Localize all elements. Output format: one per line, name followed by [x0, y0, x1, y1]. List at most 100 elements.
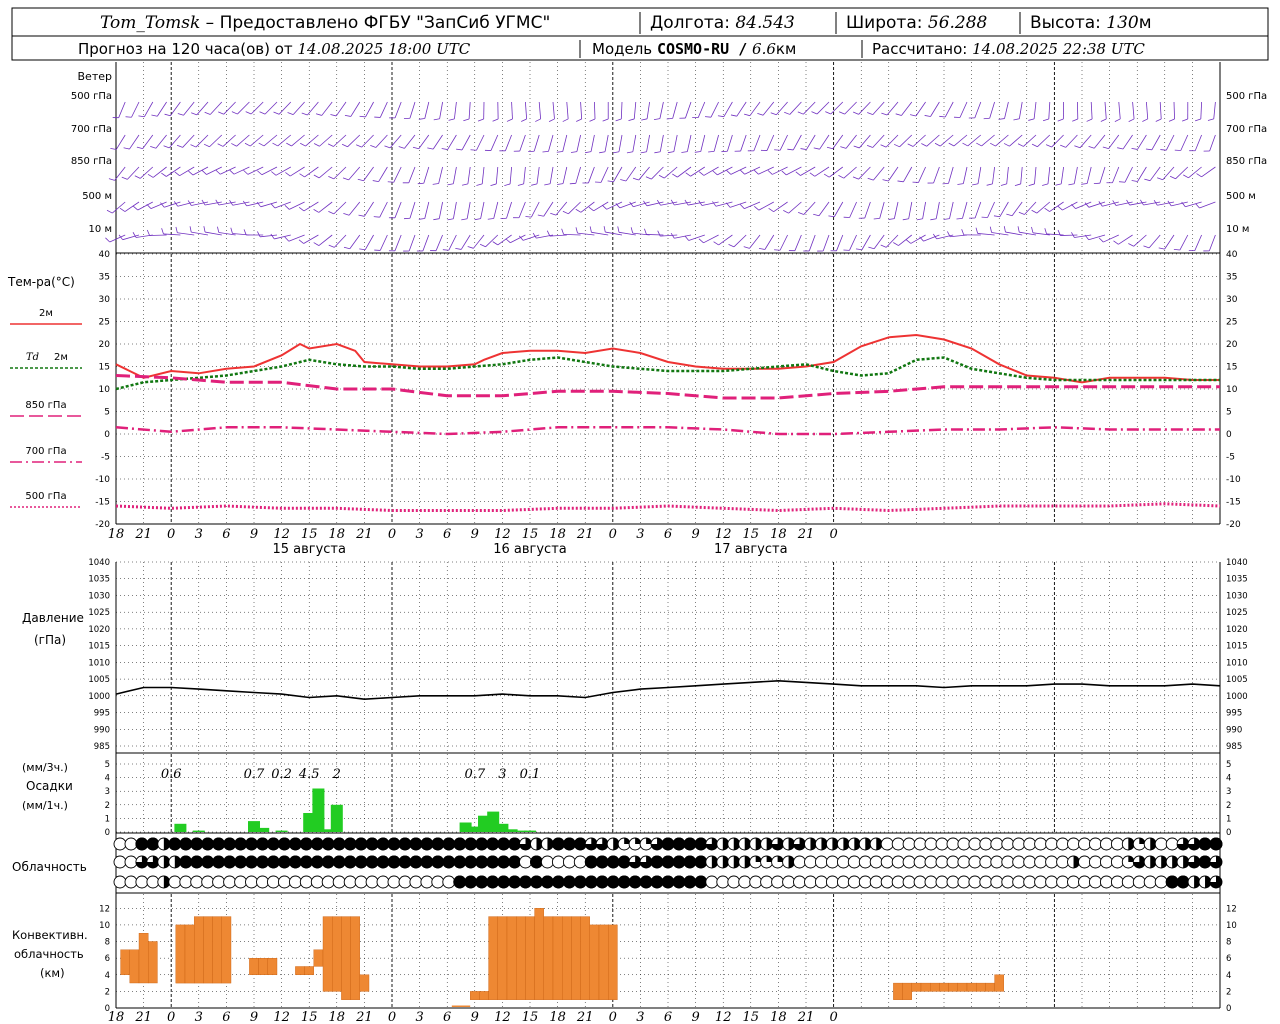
legend-label: 700 гПа — [25, 446, 66, 457]
cloud-symbol-full — [486, 837, 500, 851]
wind-barb — [149, 234, 167, 236]
wind-level-label-left: 850 гПа — [71, 156, 112, 167]
precip-bar — [312, 788, 325, 832]
svg-text:Tom_Tomsk – Предоставлено ФГБУ: Tom_Tomsk – Предоставлено ФГБУ "ЗапСиб У… — [100, 13, 550, 33]
cloud-symbol — [1088, 875, 1102, 889]
wind-barb-flag — [1173, 248, 1180, 251]
temp-ytick-right: 15 — [1226, 363, 1237, 373]
wind-barb-flag — [357, 178, 364, 182]
wind-barb-flag — [602, 118, 609, 122]
cloud-symbol — [979, 837, 993, 851]
wind-barb-flag — [774, 149, 781, 151]
cloud-symbol-full — [628, 875, 642, 889]
wind-barb-flag — [342, 177, 349, 181]
wind-barb-flag — [243, 169, 249, 175]
wind-barb — [885, 234, 899, 248]
conv-bar — [608, 924, 618, 1000]
wind-barb — [290, 166, 305, 177]
wind-barb-flag — [151, 114, 158, 117]
pressure-ytick-right: 1015 — [1226, 642, 1248, 652]
wind-barb — [753, 134, 761, 151]
cloud-symbol — [1067, 875, 1080, 889]
conv-bar — [203, 916, 213, 984]
wind-barb-flag — [188, 170, 194, 176]
wind-barb-flag — [1031, 226, 1034, 233]
wind-barb-flag — [644, 228, 647, 235]
cloud-symbol — [1154, 875, 1168, 889]
conv-bar — [902, 982, 912, 1000]
conv-bar — [332, 916, 342, 992]
wind-barb — [1162, 166, 1175, 181]
cloud-symbol — [124, 837, 138, 851]
cloud-symbol-full — [519, 875, 532, 889]
cloud-symbol-full — [497, 875, 511, 889]
wind-barb-flag — [1006, 213, 1013, 217]
wind-barb-flag — [1044, 228, 1048, 235]
wind-barb-flag — [461, 218, 468, 221]
cloud-symbol-full — [573, 875, 587, 889]
wind-level-label-right: 850 гПа — [1226, 156, 1267, 167]
precip-ytick-right: 1 — [1226, 814, 1231, 824]
cloud-symbol-full — [672, 855, 686, 869]
wind-barb-flag — [110, 147, 117, 150]
wind-barb-flag — [800, 148, 807, 150]
wind-barb-flag — [447, 218, 454, 221]
wind-barb — [124, 201, 140, 212]
wind-barb — [1090, 101, 1093, 119]
wind-barb-flag — [412, 146, 419, 150]
wind-barb — [495, 166, 499, 184]
pressure-ytick-right: 990 — [1226, 725, 1242, 735]
temp-ytick-right: 5 — [1226, 408, 1232, 418]
wind-barb-flag — [433, 118, 440, 121]
temp-ytick-right: -20 — [1226, 520, 1241, 530]
wind-barb-flag — [133, 205, 139, 211]
wind-barb — [274, 234, 291, 240]
wind-barb-flag — [467, 246, 474, 249]
conv-bar — [552, 916, 563, 1000]
pressure-ytick-left: 1000 — [88, 692, 110, 702]
wind-barb-flag — [893, 242, 899, 246]
svg-text:Рассчитано: 14.08.2025 22:38 U: Рассчитано: 14.08.2025 22:38 UTC — [872, 40, 1145, 58]
wind-barb-flag — [150, 146, 157, 149]
cloud-symbol-full — [650, 855, 664, 869]
conv-ytick-right: 8 — [1226, 938, 1231, 948]
cloud-symbol — [782, 875, 796, 889]
time-tick-bottom: 9 — [691, 1010, 699, 1024]
wind-barb — [348, 166, 361, 181]
conv-ytick-right: 6 — [1226, 954, 1231, 964]
temp-ytick-right: -5 — [1226, 453, 1235, 463]
wind-barb-flag — [921, 143, 927, 147]
pressure-ytick-left: 985 — [94, 742, 110, 752]
wind-barb — [1209, 134, 1216, 152]
cloud-symbol — [431, 875, 445, 889]
wind-barb — [987, 201, 995, 218]
wind-barb — [378, 166, 388, 182]
wind-barb — [593, 201, 609, 212]
conv-ytick-right: 2 — [1226, 987, 1231, 997]
precip-ytick-right: 0 — [1226, 828, 1231, 838]
cloud-symbol — [825, 855, 839, 869]
cloud-symbol — [1099, 837, 1113, 851]
cloud-symbol — [124, 855, 138, 869]
wind-barb — [779, 134, 788, 151]
cloud-symbol-full — [299, 837, 313, 851]
cloud-symbol-full — [661, 875, 675, 889]
conv-ytick-left: 2 — [105, 987, 110, 997]
wind-barb — [439, 101, 443, 119]
wind-barb-flag — [798, 212, 804, 215]
pressure-ytick-left: 1025 — [88, 608, 110, 618]
time-tick-bottom: 3 — [195, 1010, 203, 1024]
temp-ytick-left: -10 — [95, 475, 110, 485]
wind-barb — [461, 134, 471, 151]
precip-ytick-right: 4 — [1226, 774, 1231, 784]
cloud-symbol-full — [1198, 855, 1212, 869]
cloud-symbol-full — [376, 837, 390, 851]
cloud-symbol-full — [1198, 837, 1212, 851]
wind-barb-flag — [1128, 118, 1135, 122]
cloud-symbol — [913, 855, 927, 869]
cloud-symbol-full — [420, 837, 434, 851]
wind-barb-flag — [1086, 118, 1093, 122]
conv-ytick-left: 6 — [105, 954, 110, 964]
cloud-symbol — [1078, 855, 1091, 869]
wind-barb-flag — [299, 173, 305, 178]
